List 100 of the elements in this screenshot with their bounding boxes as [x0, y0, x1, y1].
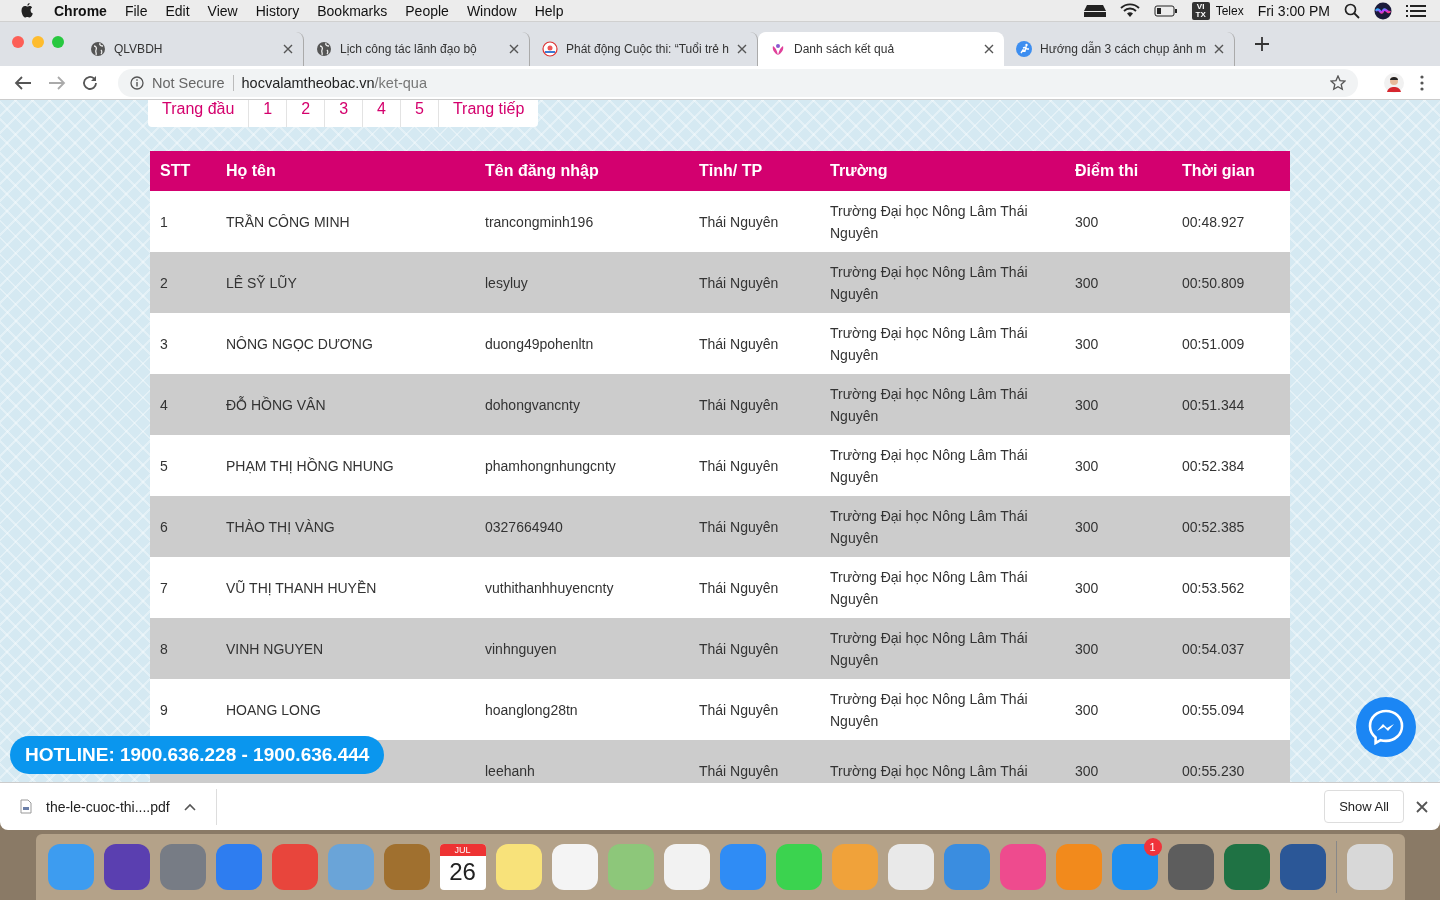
orb-icon[interactable]: [1374, 1, 1392, 20]
tab-title: Danh sách kết quả: [794, 42, 896, 56]
menu-icon[interactable]: [1420, 74, 1424, 91]
table-cell: Thái Nguyên: [699, 396, 779, 413]
browser-tab[interactable]: Danh sách kết quả: [758, 32, 1004, 66]
url-text: hocvalamtheobac.vn/ket-qua: [241, 74, 428, 91]
page-link[interactable]: 5: [400, 100, 439, 127]
table-cell: duong49pohenltn: [485, 335, 594, 352]
favicon-icon: [1016, 41, 1032, 57]
app-menu[interactable]: Chrome: [54, 2, 107, 19]
table-cell: vinhnguyen: [485, 640, 557, 657]
app-icon[interactable]: [663, 844, 710, 890]
table-cell: NÔNG NGỌC DƯƠNG: [226, 335, 373, 352]
app-icon[interactable]: [943, 844, 990, 890]
column-header[interactable]: Tỉnh/ TP: [689, 162, 820, 180]
reload-icon[interactable]: [82, 74, 98, 91]
menu-item[interactable]: File: [124, 2, 148, 19]
menu-item[interactable]: Edit: [165, 2, 190, 19]
menu-item[interactable]: People: [405, 2, 449, 19]
star-icon[interactable]: [1330, 74, 1346, 91]
column-header[interactable]: Tên đăng nhập: [475, 162, 689, 180]
table-cell: 00:51.009: [1182, 335, 1245, 352]
app-icon[interactable]: [103, 844, 150, 890]
app-icon[interactable]: [271, 844, 318, 890]
back-icon[interactable]: [14, 74, 32, 91]
menu-item[interactable]: Help: [534, 2, 564, 19]
table-cell: Thái Nguyên: [699, 335, 779, 352]
app-icon[interactable]: [1111, 844, 1158, 890]
tab-title: QLVBDH: [114, 42, 164, 56]
page-link[interactable]: 2: [287, 100, 326, 127]
menu-item[interactable]: History: [255, 2, 300, 19]
menu-item[interactable]: Window: [466, 2, 517, 19]
address-field[interactable]: Not Secure hocvalamtheobac.vn/ket-qua: [118, 68, 1358, 97]
apple-icon[interactable]: [20, 2, 34, 19]
page-link[interactable]: Trang đầu: [148, 100, 250, 127]
table-cell: 00:54.037: [1182, 640, 1245, 657]
column-header[interactable]: Họ tên: [216, 162, 475, 180]
window-control-icon[interactable]: [12, 36, 24, 48]
app-icon[interactable]: [719, 844, 766, 890]
table-cell: 4: [160, 396, 168, 413]
app-icon[interactable]: [159, 844, 206, 890]
download-item[interactable]: the-le-cuoc-thi....pdf: [20, 788, 217, 825]
table-cell: 9: [160, 701, 168, 718]
table-cell: 00:51.344: [1182, 396, 1245, 413]
app-icon[interactable]: [999, 844, 1046, 890]
table-cell-text: Trường Đại học Nông Lâm Thái Nguyên: [830, 506, 1029, 548]
close-icon[interactable]: [737, 44, 747, 54]
column-header[interactable]: Thời gian: [1172, 162, 1290, 180]
menu-item[interactable]: View: [207, 2, 238, 19]
table-cell: Thái Nguyên: [699, 518, 779, 535]
table-cell: 2: [160, 274, 168, 291]
app-icon[interactable]: [1223, 844, 1270, 890]
input-source-label[interactable]: Telex: [1215, 3, 1244, 18]
table-cell: hoanglong28tn: [485, 701, 578, 718]
app-icon[interactable]: [1346, 844, 1393, 890]
app-icon[interactable]: [1167, 844, 1214, 890]
close-icon[interactable]: [984, 44, 994, 54]
app-icon[interactable]: [215, 844, 262, 890]
avatar-icon[interactable]: [1384, 72, 1404, 93]
page-link[interactable]: Trang tiếp: [438, 100, 539, 127]
table-cell: 00:52.384: [1182, 457, 1245, 474]
close-icon[interactable]: [1416, 800, 1428, 813]
list-icon[interactable]: [1406, 3, 1426, 18]
app-icon[interactable]: [383, 844, 430, 890]
new-tab-icon[interactable]: [1255, 37, 1269, 51]
table-cell: 300: [1075, 335, 1099, 352]
search-icon[interactable]: [1344, 2, 1360, 19]
table-cell-text: Trường Đại học Nông Lâm Thái Nguyên: [830, 689, 1029, 731]
app-icon[interactable]: [887, 844, 934, 890]
window-control-icon[interactable]: [52, 36, 64, 48]
clock[interactable]: Fri 3:00 PM: [1257, 2, 1330, 19]
column-header[interactable]: Điểm thi: [1065, 162, 1172, 180]
table-cell: Thái Nguyên: [699, 457, 779, 474]
close-icon[interactable]: [283, 44, 293, 54]
forward-icon[interactable]: [48, 74, 66, 91]
page-link[interactable]: 1: [249, 100, 288, 127]
show-all-button[interactable]: Show All: [1324, 790, 1404, 823]
tab-title: Hướng dẫn 3 cách chụp ảnh m: [1040, 42, 1206, 56]
menu-item[interactable]: Bookmarks: [317, 2, 388, 19]
app-icon[interactable]: [551, 844, 598, 890]
display-icon[interactable]: [1083, 3, 1106, 18]
battery-icon[interactable]: [1153, 4, 1178, 17]
column-header[interactable]: Trường: [820, 162, 1065, 180]
table-cell: lesyluy: [485, 274, 528, 291]
wifi-icon[interactable]: [1119, 3, 1140, 18]
page-link[interactable]: 4: [363, 100, 401, 127]
page-link[interactable]: 3: [325, 100, 364, 127]
close-icon[interactable]: [1214, 44, 1224, 54]
messenger-icon[interactable]: [1356, 697, 1416, 757]
calendar-app-icon[interactable]: JUL 26: [439, 844, 486, 890]
column-header[interactable]: STT: [150, 162, 216, 180]
input-source-badge[interactable]: VI TX: [1191, 1, 1210, 20]
app-icon[interactable]: [495, 844, 542, 890]
close-icon[interactable]: [509, 44, 519, 54]
caret-icon[interactable]: [183, 802, 196, 811]
app-icon[interactable]: [1279, 844, 1326, 890]
table-cell: 300: [1075, 396, 1099, 413]
table-cell: 6: [160, 518, 168, 535]
table-cell: Thái Nguyên: [699, 640, 779, 657]
table-cell: 300: [1075, 274, 1099, 291]
